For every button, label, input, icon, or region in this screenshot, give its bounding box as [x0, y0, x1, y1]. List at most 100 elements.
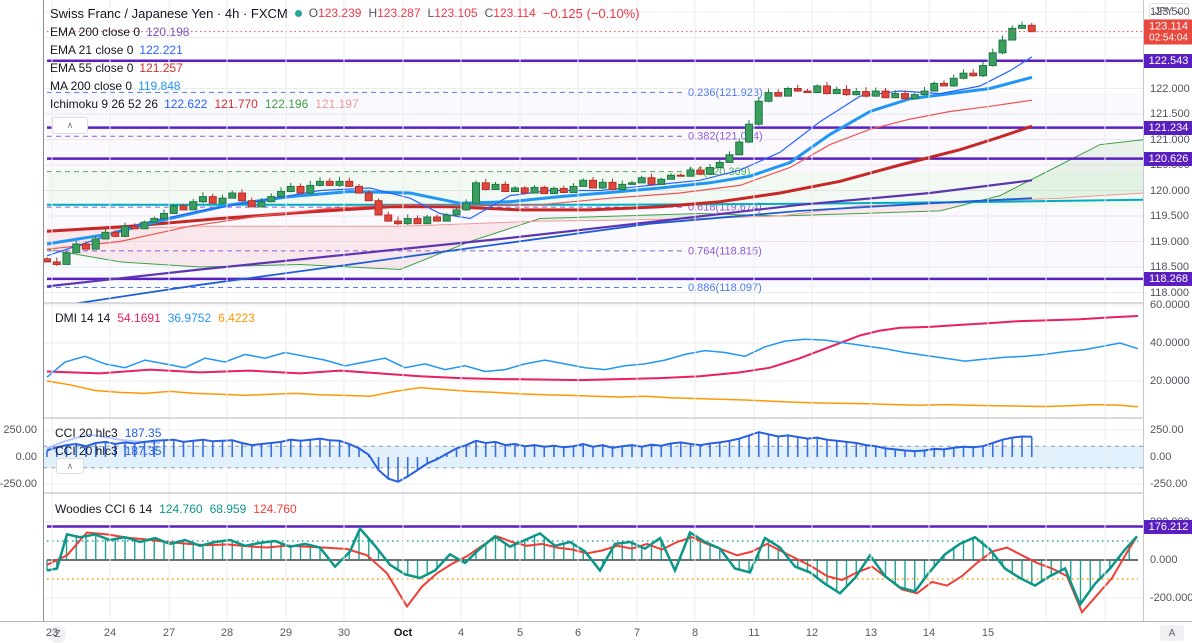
legend-row[interactable]: EMA 55 close 0 121.257 — [50, 59, 640, 77]
pane-collapse-button-cci[interactable]: ∧ — [56, 458, 84, 474]
candle — [481, 182, 490, 190]
time-tick-label: 15 — [981, 627, 995, 639]
candle — [189, 201, 198, 211]
indicator-value: 54.1691 — [117, 311, 161, 325]
indicator-value: 121.770 — [214, 97, 258, 111]
dmi-legend[interactable]: DMI 14 14 54.1691 36.9752 6.4223 — [55, 311, 255, 325]
candle — [364, 192, 373, 202]
ohlc-pair: H123.287 — [368, 6, 421, 20]
candle — [306, 184, 315, 194]
candle — [1018, 24, 1026, 29]
candle — [130, 225, 139, 230]
time-tick-label: 13 — [864, 627, 878, 639]
candle — [988, 52, 997, 67]
candle — [140, 221, 149, 230]
price-tick-label: 122.000 — [1150, 82, 1190, 95]
auto-scale-button[interactable]: A — [1160, 625, 1184, 641]
candle — [618, 183, 627, 190]
candle — [169, 205, 178, 214]
candle — [891, 93, 900, 99]
chevron-up-icon: ∧ — [66, 120, 74, 130]
candle — [257, 201, 266, 208]
indicator-value: 124.760 — [253, 502, 297, 516]
candle — [579, 179, 588, 187]
cci-tick-label: 0.00 — [1150, 451, 1172, 463]
time-tick-label: Oct — [393, 627, 413, 639]
indicator-value: 120.198 — [146, 25, 190, 39]
candle — [569, 185, 578, 194]
candle — [316, 180, 324, 186]
time-tick-label: 5 — [516, 627, 524, 639]
time-tick-label: 23 — [45, 627, 59, 639]
right-price-scale[interactable]: JPY ⌄ 123.500122.000121.500121.000120.50… — [1143, 0, 1192, 621]
candle — [247, 200, 256, 208]
woodies-level-badge: 176.212 — [1144, 519, 1192, 534]
candle — [413, 218, 422, 225]
dmi-tick-label: 60.0000 — [1150, 299, 1190, 311]
candle — [657, 178, 666, 185]
candle — [940, 82, 948, 87]
price-badge: 122.543 — [1144, 53, 1192, 68]
pane-collapse-button-main[interactable]: ∧ — [52, 117, 88, 134]
candle — [559, 187, 568, 194]
dmi-line--DI — [46, 380, 1139, 408]
candle — [647, 177, 656, 185]
cci-left-tick-label: 0.00 — [15, 451, 37, 463]
candle — [472, 182, 480, 204]
legend-row[interactable]: EMA 200 close 0 120.198 — [50, 23, 640, 41]
candle — [764, 92, 773, 102]
legend-row[interactable]: MA 200 close 0 119.848 — [50, 77, 640, 95]
candle — [403, 218, 412, 225]
indicator-value: 122.221 — [139, 43, 183, 57]
candle — [901, 93, 909, 100]
cci-tick-label: 250.00 — [1150, 424, 1184, 436]
candle — [150, 218, 159, 223]
candle — [715, 161, 724, 169]
candle — [121, 225, 129, 237]
time-axis[interactable]: Z A 23 24 27 28 29 30 Oct 4 5 6 7 8 11 12 13 14 15 — [0, 621, 1192, 643]
candle — [745, 123, 753, 143]
legend-label: EMA 200 close 0 — [50, 25, 141, 39]
candle — [852, 91, 861, 96]
legend-row[interactable]: Ichimoku 9 26 52 26 122.622 121.770 122.196… — [50, 95, 640, 113]
indicator-value: 68.959 — [209, 502, 247, 516]
time-tick-label: 29 — [279, 627, 293, 639]
candle — [667, 174, 675, 180]
ohlc-values: O123.239 H123.287 L123.105 C123.114 — [309, 6, 536, 20]
candle — [1027, 24, 1036, 33]
legend-label: EMA 21 close 0 — [50, 43, 134, 57]
woodies-legend[interactable]: Woodies CCI 6 14 124.760 68.959 124.760 — [55, 502, 297, 516]
time-tick-label: 28 — [220, 627, 234, 639]
cci-legend-2[interactable]: CCI 20 hlc3 187.35 — [55, 444, 161, 458]
left-price-scale[interactable]: 250.00 0.00 -250.00 — [0, 0, 44, 621]
candle — [550, 187, 558, 195]
candle — [199, 196, 207, 203]
symbol-legend-row[interactable]: Swiss Franc / Japanese Yen · 4h · FXCM O… — [50, 3, 640, 23]
cci-legend-1[interactable]: CCI 20 hlc3 187.35 — [55, 426, 161, 440]
chevron-up-icon: ∧ — [66, 460, 74, 471]
candle — [842, 89, 851, 96]
indicator-value: 187.35 — [124, 426, 162, 440]
time-tick-label: 30 — [337, 627, 351, 639]
candle — [491, 183, 500, 190]
candle — [959, 72, 968, 79]
legend-row[interactable]: EMA 21 close 0 122.221 — [50, 41, 640, 59]
main-legend: Swiss Franc / Japanese Yen · 4h · FXCM O… — [50, 3, 640, 113]
candle — [910, 94, 919, 100]
time-tick-label: 27 — [162, 627, 176, 639]
candle — [452, 209, 461, 216]
indicator-value: 122.622 — [164, 97, 208, 111]
candle — [462, 202, 471, 211]
candle — [374, 200, 383, 216]
legend-label: EMA 55 close 0 — [50, 61, 134, 75]
market-status-dot — [294, 9, 302, 17]
candle — [706, 167, 714, 175]
indicator-value: 119.848 — [138, 79, 181, 93]
time-tick-label: 6 — [574, 627, 582, 639]
candle — [832, 89, 841, 95]
candle — [208, 196, 217, 204]
price-change: −0.125 (−0.10%) — [542, 5, 640, 21]
candle — [696, 169, 705, 175]
candle — [871, 90, 880, 97]
fib-level-label: 0.764(118.815) — [688, 245, 762, 257]
